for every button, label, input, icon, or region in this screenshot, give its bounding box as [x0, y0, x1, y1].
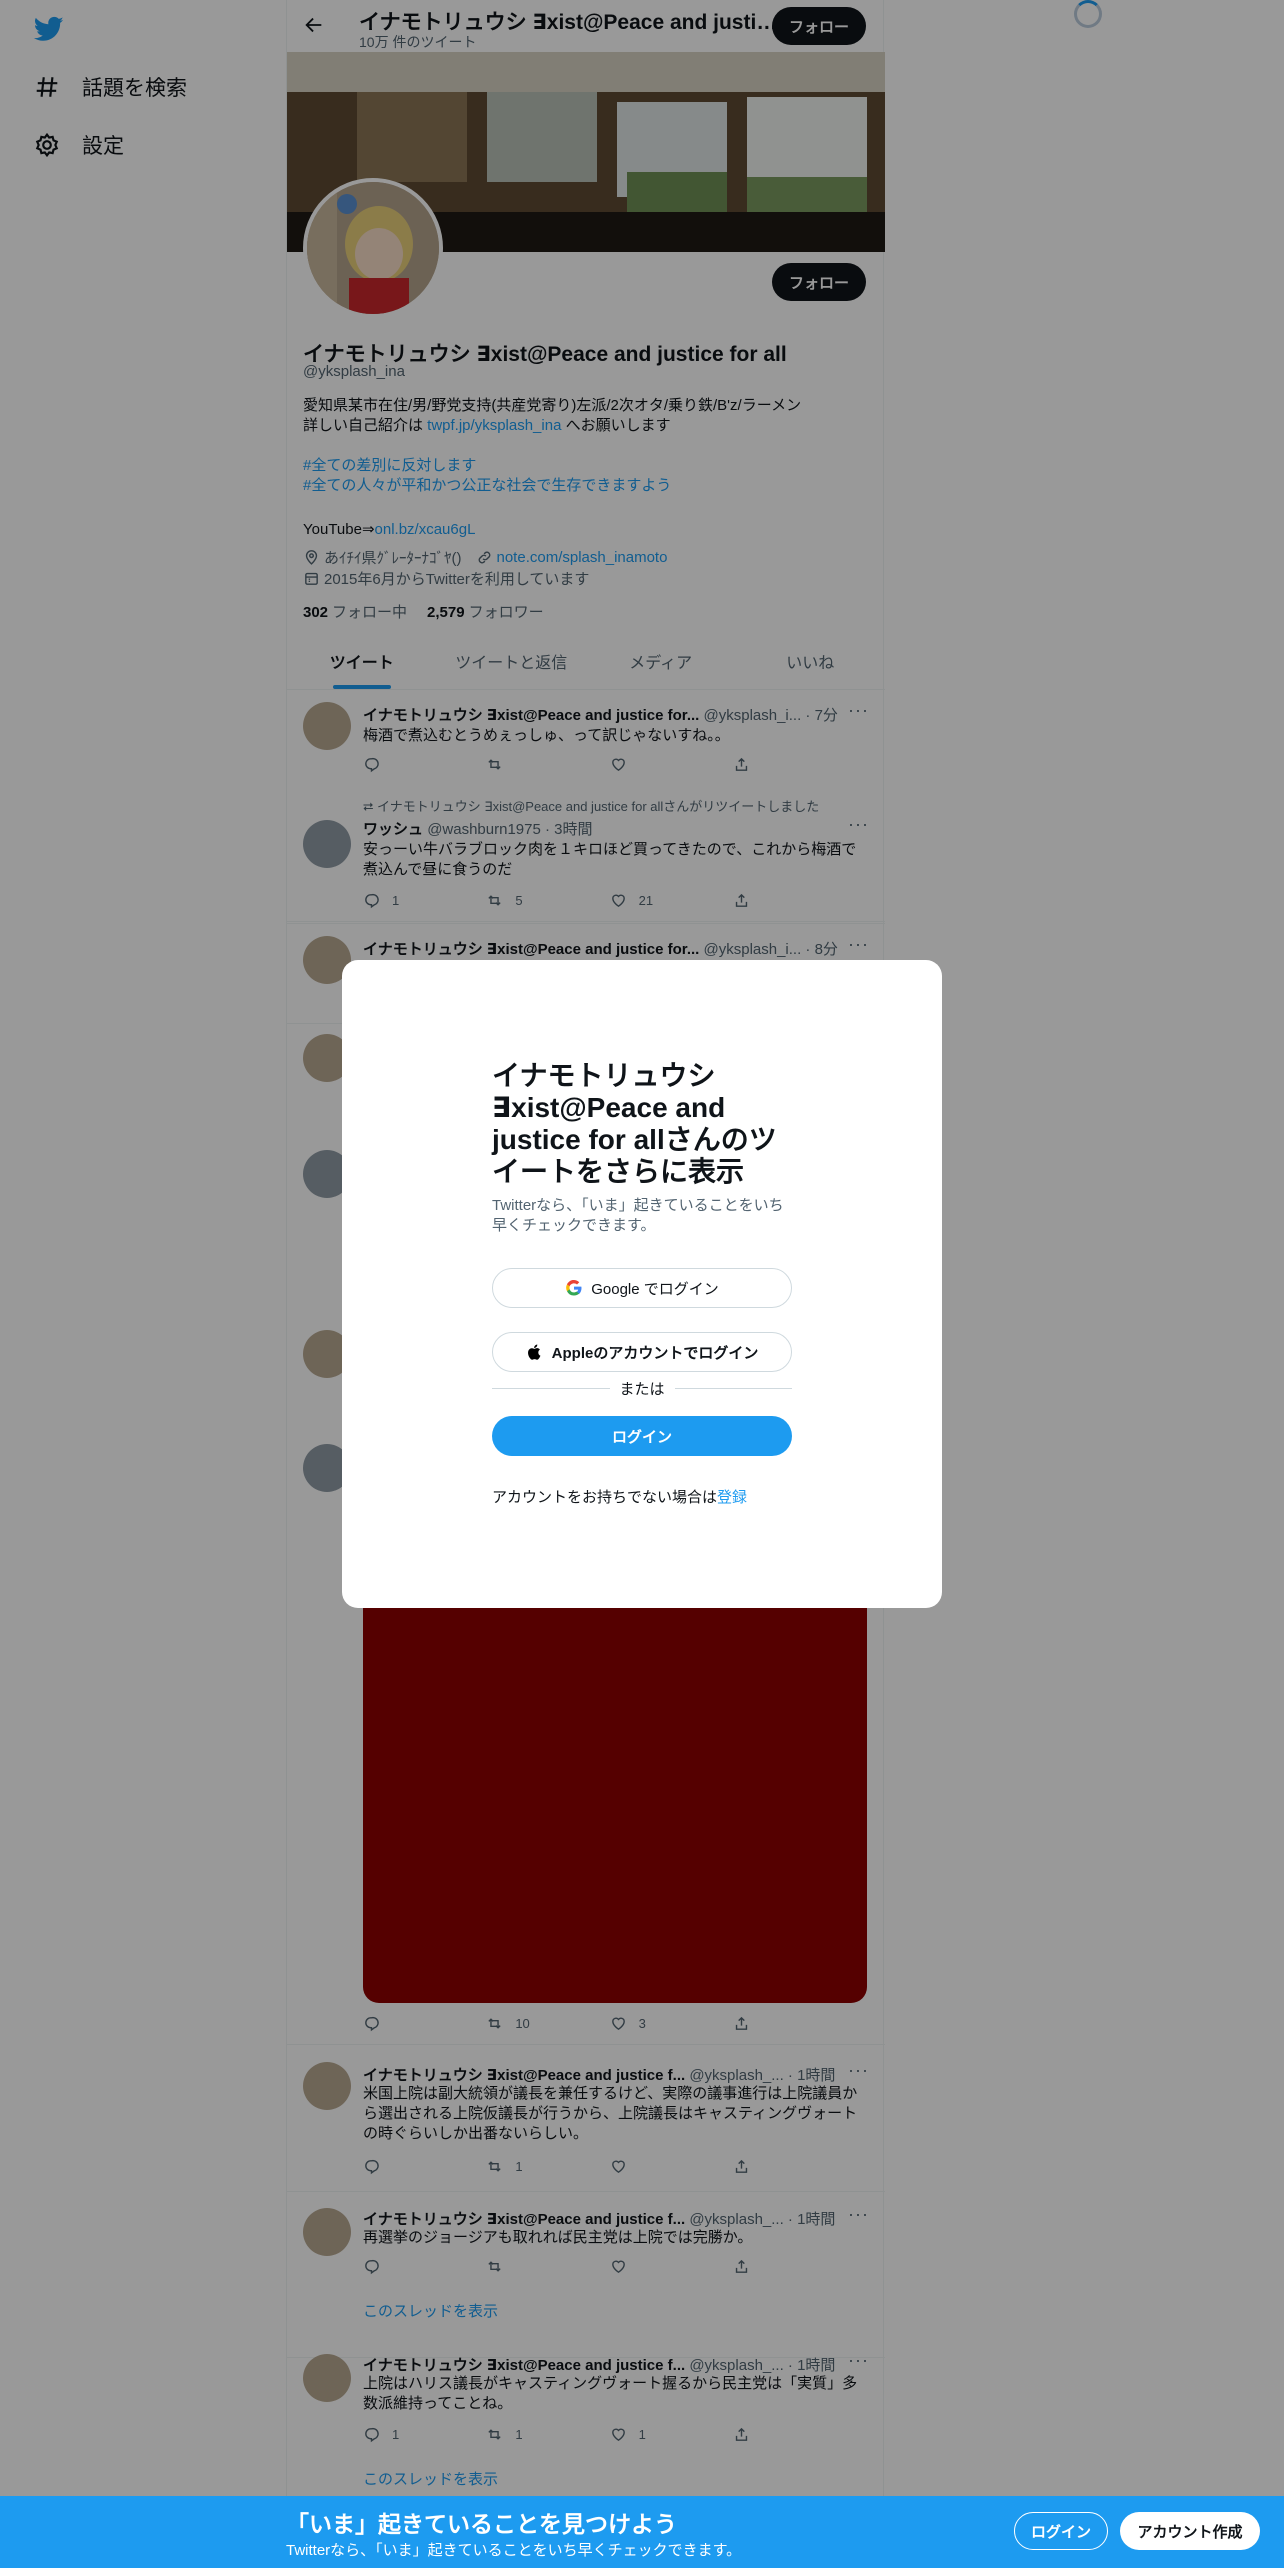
bottom-bar-title: 「いま」起きていることを見つけよう: [286, 2511, 677, 2537]
login-modal: イナモトリュウシ ∃xist@Peace and justice for all…: [342, 960, 942, 1608]
or-label: または: [619, 1381, 665, 1398]
apple-login-button[interactable]: Appleのアカウントでログイン: [492, 1332, 792, 1372]
modal-subtitle: Twitterなら、「いま」起きていることをいち早くチェックできます。: [492, 1197, 784, 1234]
bottom-signup-button[interactable]: アカウント作成: [1120, 2512, 1260, 2550]
bottom-login-button[interactable]: ログイン: [1014, 2512, 1108, 2550]
signup-prompt: アカウントをお持ちでない場合は登録: [492, 1486, 747, 1507]
google-icon: [566, 1279, 582, 1296]
google-login-button[interactable]: Google でログイン: [492, 1268, 792, 1308]
modal-title: イナモトリュウシ ∃xist@Peace and justice for all…: [492, 1060, 777, 1187]
signup-link[interactable]: 登録: [717, 1489, 747, 1506]
google-login-label: Google でログイン: [591, 1280, 719, 1298]
bottom-bar-subtitle: Twitterなら、「いま」起きていることをいち早くチェックできます。: [286, 2542, 742, 2559]
signup-prompt-text: アカウントをお持ちでない場合は: [492, 1489, 718, 1506]
bottom-signup-bar: 「いま」起きていることを見つけよう Twitterなら、「いま」起きていることを…: [0, 2496, 1284, 2568]
modal-login-button[interactable]: ログイン: [492, 1416, 792, 1456]
or-divider: または: [492, 1378, 793, 1399]
apple-icon: [527, 1344, 541, 1360]
apple-login-label: Appleのアカウントでログイン: [551, 1344, 759, 1362]
